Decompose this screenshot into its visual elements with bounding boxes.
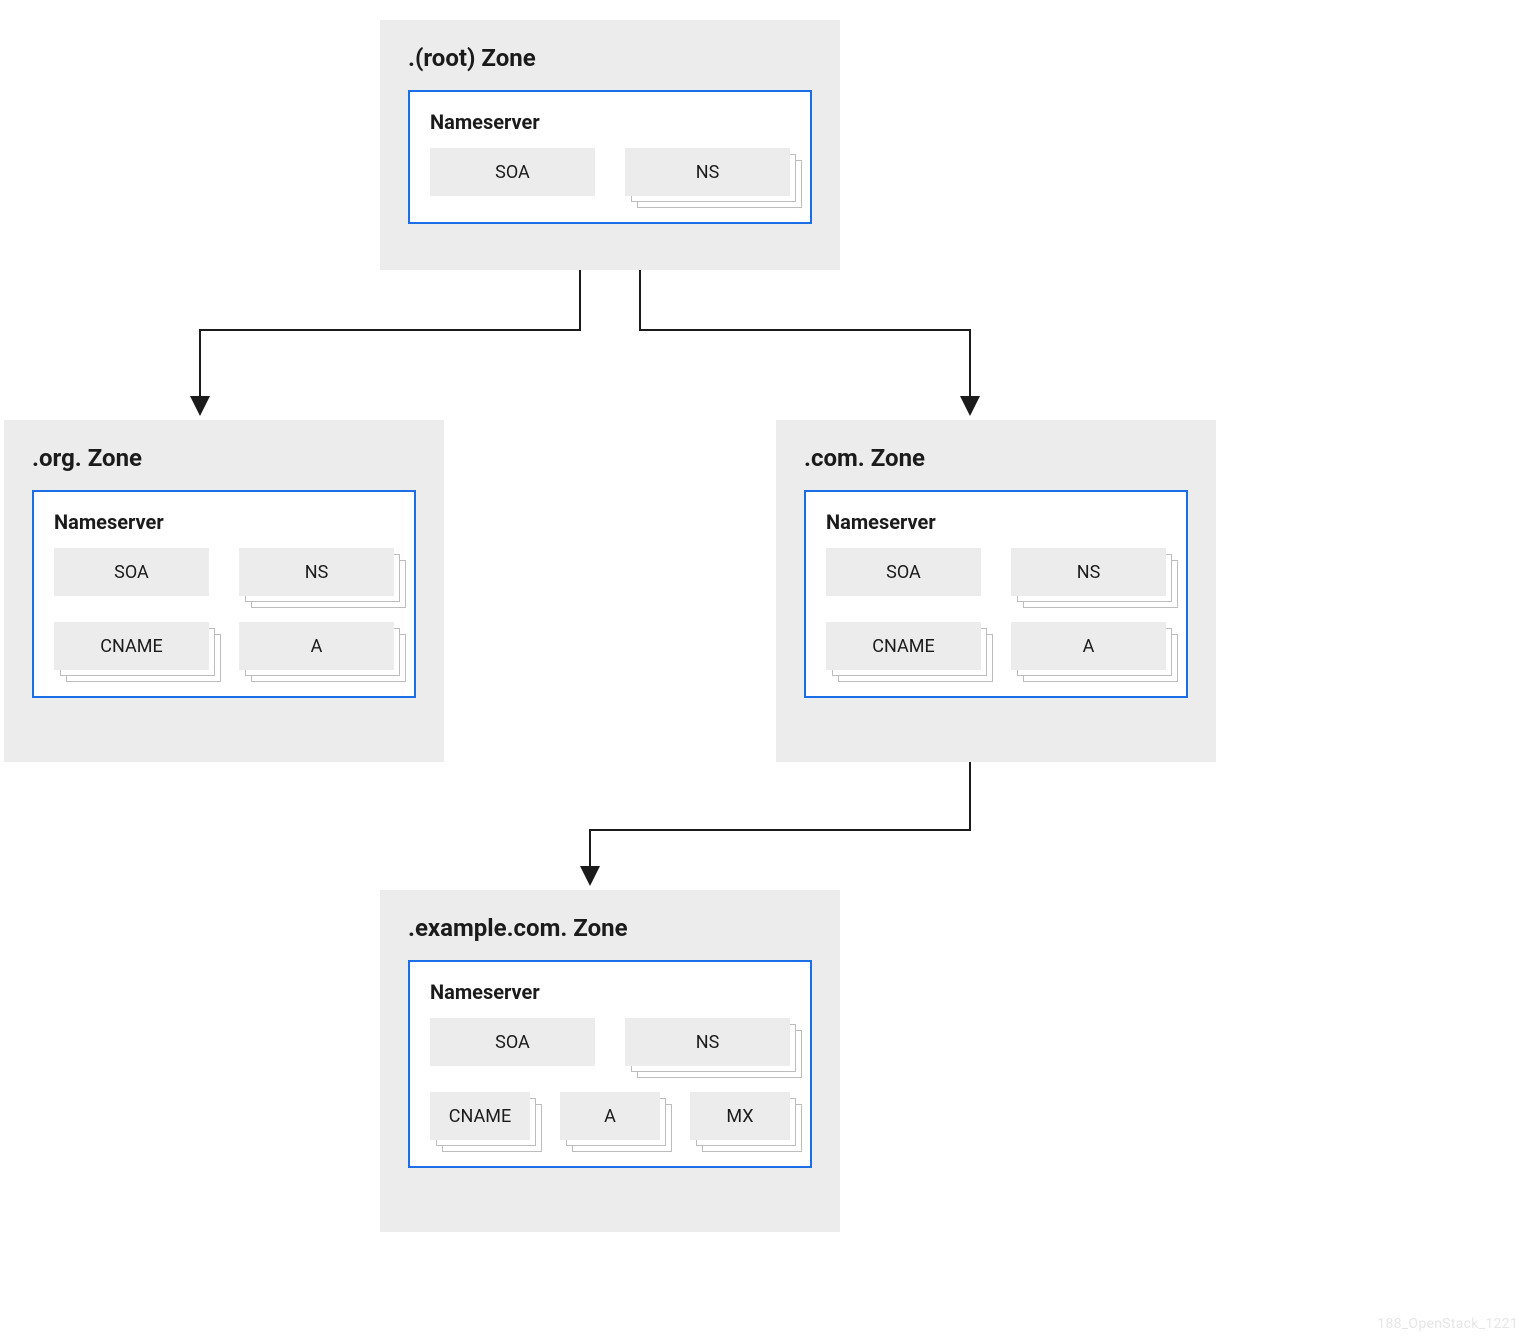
record-row: SOA NS: [826, 548, 1166, 596]
record-row: CNAME A MX: [430, 1092, 790, 1140]
zone-root: .(root) Zone Nameserver SOA NS: [380, 20, 840, 270]
nameserver-box: Nameserver SOA NS CNAME A: [804, 490, 1188, 698]
watermark-text: 188_OpenStack_1221: [1377, 1316, 1518, 1332]
record-label: CNAME: [54, 622, 209, 670]
record-label: SOA: [430, 148, 595, 196]
diagram-canvas: .(root) Zone Nameserver SOA NS .org. Zon…: [0, 0, 1520, 1336]
record-soa: SOA: [430, 1018, 595, 1066]
record-label: CNAME: [826, 622, 981, 670]
record-ns: NS: [1011, 548, 1166, 596]
record-row: CNAME A: [54, 622, 394, 670]
record-label: A: [1011, 622, 1166, 670]
nameserver-box: Nameserver SOA NS CNAME A: [32, 490, 416, 698]
record-soa: SOA: [54, 548, 209, 596]
record-label: SOA: [826, 548, 981, 596]
record-row: SOA NS: [54, 548, 394, 596]
record-row: CNAME A: [826, 622, 1166, 670]
nameserver-label: Nameserver: [826, 510, 1166, 534]
record-label: CNAME: [430, 1092, 530, 1140]
record-label: NS: [1011, 548, 1166, 596]
record-label: NS: [625, 148, 790, 196]
record-label: A: [239, 622, 394, 670]
zone-title: .com. Zone: [804, 444, 1188, 472]
zone-title: .(root) Zone: [408, 44, 812, 72]
record-ns: NS: [625, 148, 790, 196]
record-label: SOA: [430, 1018, 595, 1066]
record-a: A: [1011, 622, 1166, 670]
zone-title: .org. Zone: [32, 444, 416, 472]
zone-org: .org. Zone Nameserver SOA NS CNAME A: [4, 420, 444, 762]
record-cname: CNAME: [54, 622, 209, 670]
zone-com: .com. Zone Nameserver SOA NS CNAME A: [776, 420, 1216, 762]
record-row: SOA NS: [430, 148, 790, 196]
record-cname: CNAME: [430, 1092, 530, 1140]
nameserver-label: Nameserver: [54, 510, 394, 534]
record-label: NS: [625, 1018, 790, 1066]
record-ns: NS: [239, 548, 394, 596]
nameserver-label: Nameserver: [430, 980, 790, 1004]
zone-example-com: .example.com. Zone Nameserver SOA NS CNA…: [380, 890, 840, 1232]
nameserver-box: Nameserver SOA NS: [408, 90, 812, 224]
record-soa: SOA: [826, 548, 981, 596]
record-a: A: [560, 1092, 660, 1140]
zone-title: .example.com. Zone: [408, 914, 812, 942]
record-a: A: [239, 622, 394, 670]
record-label: A: [560, 1092, 660, 1140]
nameserver-label: Nameserver: [430, 110, 790, 134]
record-ns: NS: [625, 1018, 790, 1066]
record-row: SOA NS: [430, 1018, 790, 1066]
record-label: MX: [690, 1092, 790, 1140]
record-soa: SOA: [430, 148, 595, 196]
record-label: SOA: [54, 548, 209, 596]
record-cname: CNAME: [826, 622, 981, 670]
nameserver-box: Nameserver SOA NS CNAME A MX: [408, 960, 812, 1168]
record-label: NS: [239, 548, 394, 596]
record-mx: MX: [690, 1092, 790, 1140]
